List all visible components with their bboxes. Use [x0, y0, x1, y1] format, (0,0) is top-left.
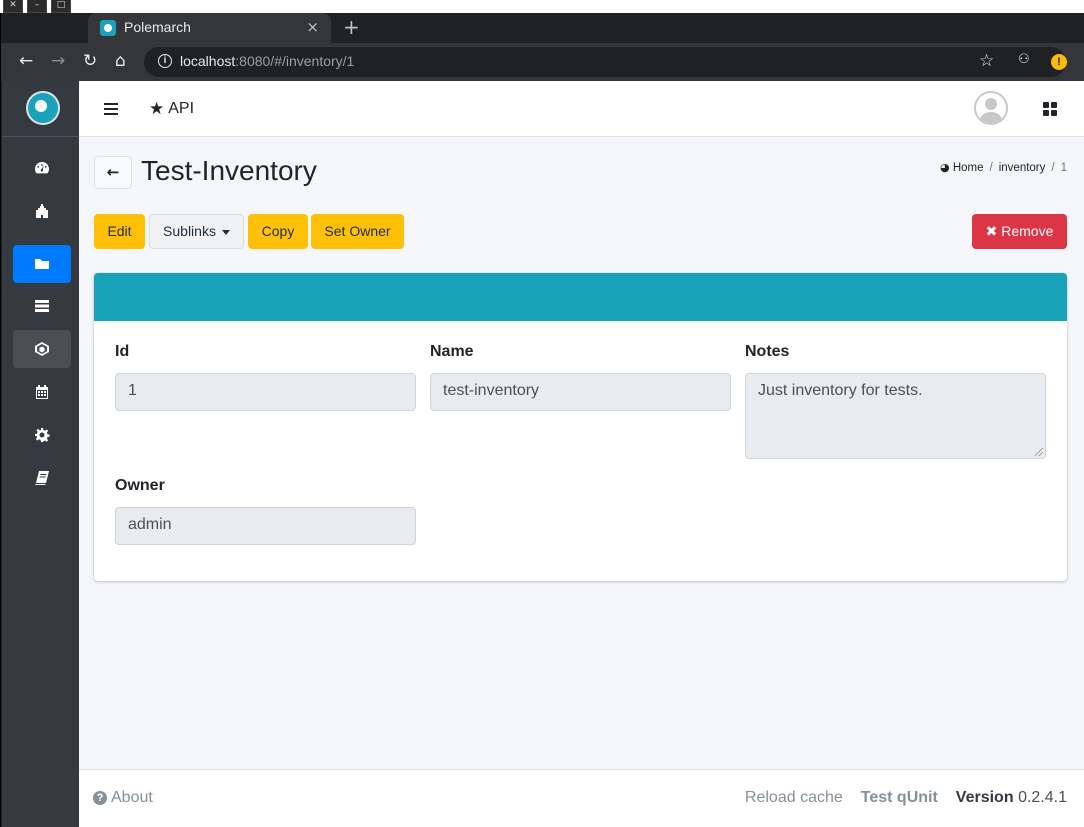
apps-grid-icon[interactable] [1043, 102, 1057, 116]
polemarch-favicon-icon [100, 20, 116, 36]
sidebar-item-hosts[interactable] [13, 287, 71, 325]
window-close-icon[interactable]: ✕ [3, 0, 23, 13]
address-bar[interactable]: i localhost:8080/#/inventory/1 [144, 47, 1066, 77]
url-text[interactable]: localhost:8080/#/inventory/1 [180, 53, 354, 69]
version-info: Version 0.2.4.1 [956, 789, 1067, 807]
notes-label: Notes [745, 343, 790, 360]
copy-button[interactable]: Copy [248, 214, 308, 249]
reload-icon[interactable]: ↻ [83, 51, 97, 71]
notes-text: Just inventory for tests. [758, 382, 923, 399]
owner-label: Owner [115, 477, 165, 494]
breadcrumb-separator: / [1051, 161, 1055, 174]
inventory-folder-icon [35, 259, 49, 269]
id-field[interactable]: 1 [115, 373, 416, 411]
api-label: API [168, 100, 195, 117]
footer-right: Reload cache Test qUnit Version 0.2.4.1 [745, 789, 1067, 807]
dashboard-icon [35, 162, 49, 174]
incognito-icon[interactable]: ⚇ [1018, 52, 1030, 67]
sidebar-item-docs[interactable] [13, 459, 71, 497]
sublinks-dropdown-button[interactable]: Sublinks [149, 214, 244, 249]
set-owner-button[interactable]: Set Owner [311, 214, 404, 249]
forward-arrow-icon[interactable]: → [51, 51, 65, 71]
window-controls: ✕ – □ [3, 0, 71, 13]
breadcrumb-inventory[interactable]: inventory [999, 162, 1046, 174]
brand[interactable] [2, 81, 79, 137]
about-link[interactable]: ? About [93, 789, 153, 807]
user-avatar[interactable] [974, 91, 1008, 125]
edit-button[interactable]: Edit [94, 214, 145, 249]
dashboard-icon: ◕ [940, 161, 950, 174]
docs-icon [35, 471, 49, 485]
reload-cache-link[interactable]: Reload cache [745, 789, 843, 807]
owner-field[interactable]: admin [115, 507, 416, 545]
extension-icon[interactable]: ! [1051, 54, 1067, 70]
app-root: ★ API ← Test-Inventory ◕ Home / inventor… [2, 81, 1084, 827]
calendar-icon [36, 385, 48, 399]
card-header [94, 273, 1067, 321]
url-host: localhost [180, 53, 236, 69]
tab-close-icon[interactable]: × [306, 18, 319, 36]
name-label: Name [430, 343, 474, 360]
bookmark-star-icon[interactable]: ☆ [979, 51, 994, 71]
sidebar-item-templates[interactable] [13, 330, 71, 368]
sidebar-item-settings[interactable] [13, 416, 71, 454]
browser-window: Polemarch × + ← → ↻ ⌂ i localhost:8080/#… [0, 13, 1084, 827]
sidebar-item-calendar[interactable] [13, 373, 71, 411]
version-label: Version [955, 789, 1014, 806]
sidebar-item-inventory[interactable] [13, 245, 71, 283]
remove-button[interactable]: ✖ Remove [972, 214, 1067, 249]
main-content: ← Test-Inventory ◕ Home / inventory / 1 … [79, 137, 1084, 769]
question-icon: ? [93, 791, 107, 805]
new-tab-icon[interactable]: + [343, 15, 360, 39]
breadcrumb-separator: / [989, 161, 993, 174]
caret-down-icon [221, 229, 230, 235]
breadcrumb: ◕ Home / inventory / 1 [940, 161, 1067, 174]
os-title-strip: ✕ – □ [0, 0, 1084, 13]
close-icon: ✖ [985, 223, 998, 239]
window-minimize-icon[interactable]: – [27, 0, 47, 13]
about-label: About [111, 789, 153, 806]
site-info-icon[interactable]: i [158, 54, 172, 68]
breadcrumb-home-label: Home [952, 162, 984, 174]
browser-tab[interactable]: Polemarch × [88, 13, 331, 43]
resize-handle-icon[interactable] [1035, 448, 1043, 456]
sidebar-item-dashboard[interactable] [13, 149, 71, 187]
window-maximize-icon[interactable]: □ [51, 0, 71, 13]
projects-icon [36, 204, 48, 218]
tab-title: Polemarch [124, 19, 191, 35]
id-label: Id [115, 343, 130, 360]
settings-icon [35, 428, 50, 442]
inventory-card: Id 1 Name test-inventory Notes Just inve… [94, 273, 1067, 581]
page-title: Test-Inventory [141, 155, 317, 186]
star-icon: ★ [149, 99, 165, 119]
menu-toggle-icon[interactable] [104, 103, 118, 115]
version-value: 0.2.4.1 [1018, 789, 1067, 806]
notes-textarea[interactable]: Just inventory for tests. [745, 373, 1046, 459]
sidebar [2, 81, 79, 827]
sidebar-item-projects[interactable] [13, 192, 71, 230]
home-icon[interactable]: ⌂ [115, 51, 126, 71]
tab-bar: Polemarch × + [1, 13, 1084, 43]
back-arrow-icon[interactable]: ← [19, 51, 33, 71]
sublinks-label: Sublinks [163, 223, 216, 239]
remove-label: Remove [1001, 223, 1054, 239]
browser-toolbar: ← → ↻ ⌂ i localhost:8080/#/inventory/1 ☆… [1, 43, 1084, 81]
templates-icon [35, 342, 49, 356]
footer: ? About Reload cache Test qUnit Version … [79, 769, 1084, 827]
back-button[interactable]: ← [94, 156, 132, 189]
name-field[interactable]: test-inventory [430, 373, 731, 411]
polemarch-logo-icon [26, 91, 60, 125]
url-path: :8080/#/inventory/1 [235, 53, 355, 69]
breadcrumb-current: 1 [1060, 161, 1067, 174]
top-navbar: ★ API [79, 81, 1084, 137]
breadcrumb-home[interactable]: ◕ Home [940, 161, 984, 174]
test-qunit-link[interactable]: Test qUnit [861, 789, 938, 807]
api-link[interactable]: ★ API [149, 99, 194, 119]
hosts-icon [35, 300, 49, 312]
